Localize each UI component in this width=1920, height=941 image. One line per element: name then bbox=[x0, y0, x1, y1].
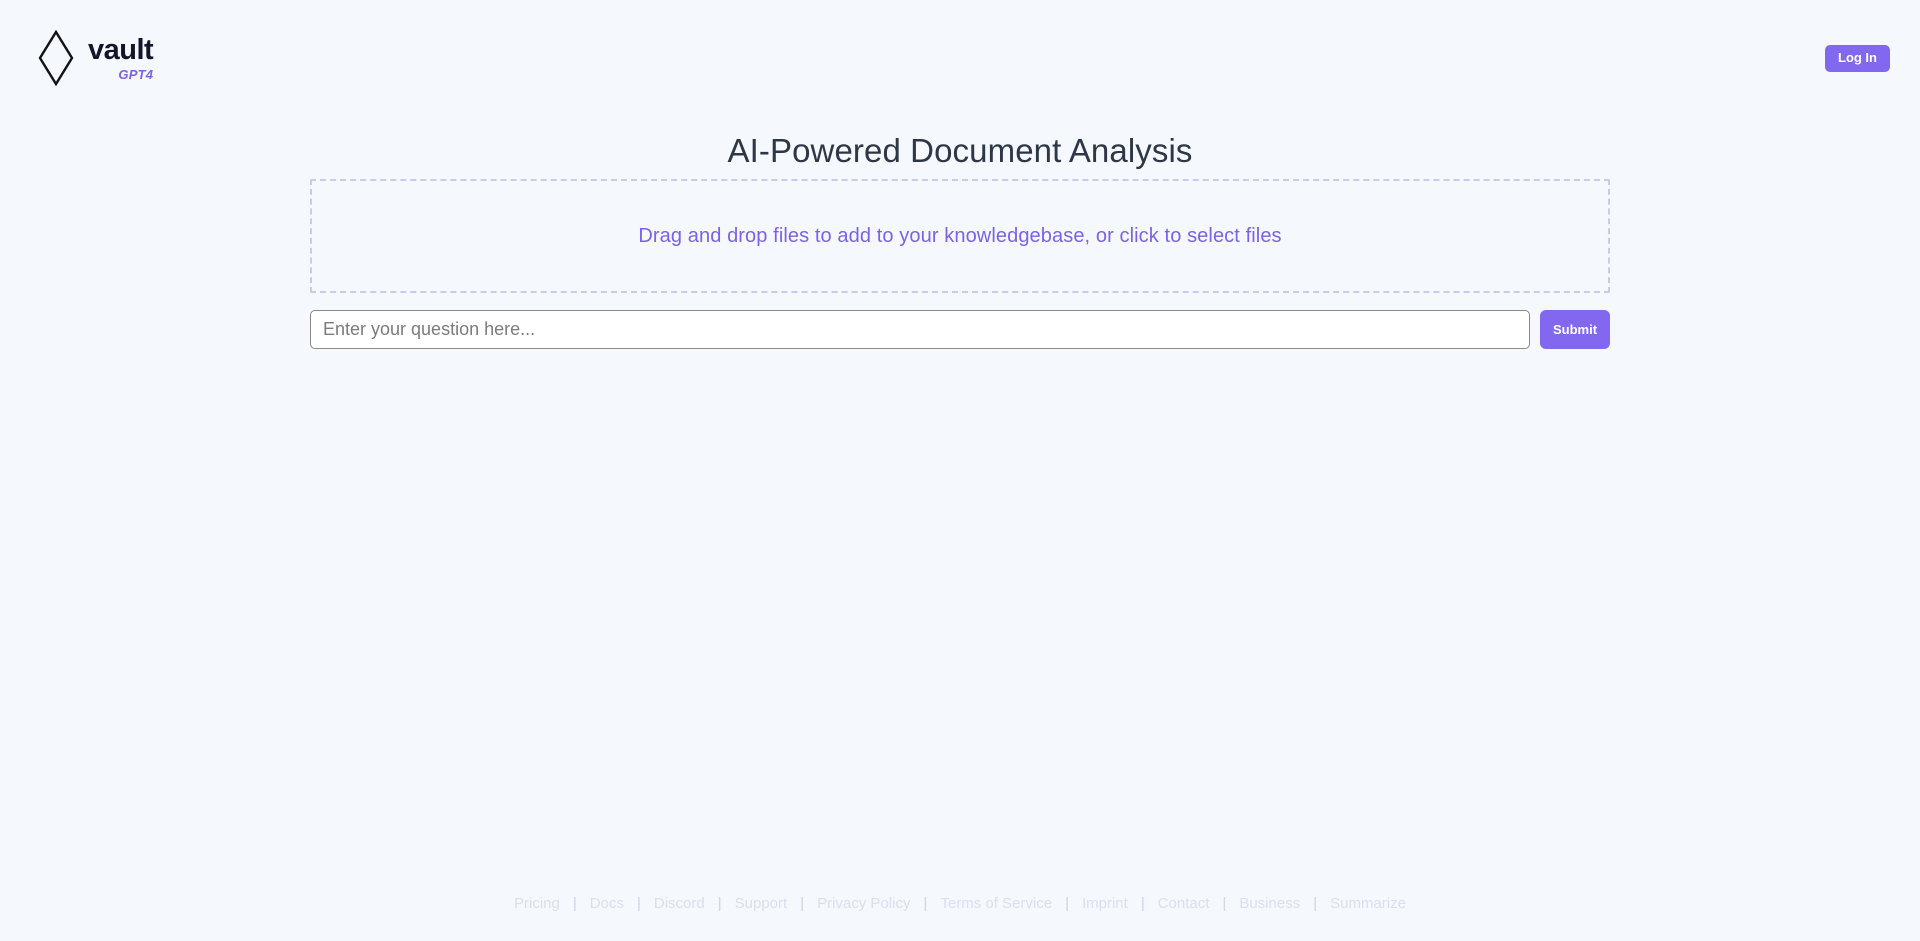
login-button[interactable]: Log In bbox=[1825, 45, 1890, 72]
footer-link-support[interactable]: Support bbox=[722, 895, 801, 912]
footer-link-docs[interactable]: Docs bbox=[577, 895, 637, 912]
footer-link-imprint[interactable]: Imprint bbox=[1069, 895, 1141, 912]
diamond-outline-icon bbox=[38, 30, 74, 86]
footer-link-pricing[interactable]: Pricing bbox=[501, 895, 573, 912]
page-header: vault GPT4 Log In bbox=[0, 0, 1920, 112]
brand-name: vault bbox=[88, 33, 154, 66]
footer-links: Pricing | Docs | Discord | Support | Privacy Pol… bbox=[0, 895, 1920, 912]
footer-link-business[interactable]: Business bbox=[1226, 895, 1313, 912]
question-input[interactable] bbox=[310, 310, 1530, 349]
brand-logo[interactable]: vault GPT4 bbox=[38, 30, 154, 86]
footer-link-privacy-policy[interactable]: Privacy Policy bbox=[804, 895, 923, 912]
file-dropzone-label: Drag and drop files to add to your knowl… bbox=[638, 224, 1282, 247]
page-title: AI-Powered Document Analysis bbox=[727, 132, 1193, 170]
brand-wordmark: vault GPT4 bbox=[88, 33, 154, 82]
submit-button[interactable]: Submit bbox=[1540, 310, 1610, 349]
file-dropzone[interactable]: Drag and drop files to add to your knowl… bbox=[310, 179, 1610, 293]
brand-subtitle: GPT4 bbox=[118, 66, 154, 82]
query-row: Submit bbox=[310, 310, 1610, 349]
footer-link-summarize[interactable]: Summarize bbox=[1317, 895, 1419, 912]
footer-link-contact[interactable]: Contact bbox=[1145, 895, 1223, 912]
footer-link-discord[interactable]: Discord bbox=[641, 895, 718, 912]
footer-link-terms-of-service[interactable]: Terms of Service bbox=[927, 895, 1065, 912]
